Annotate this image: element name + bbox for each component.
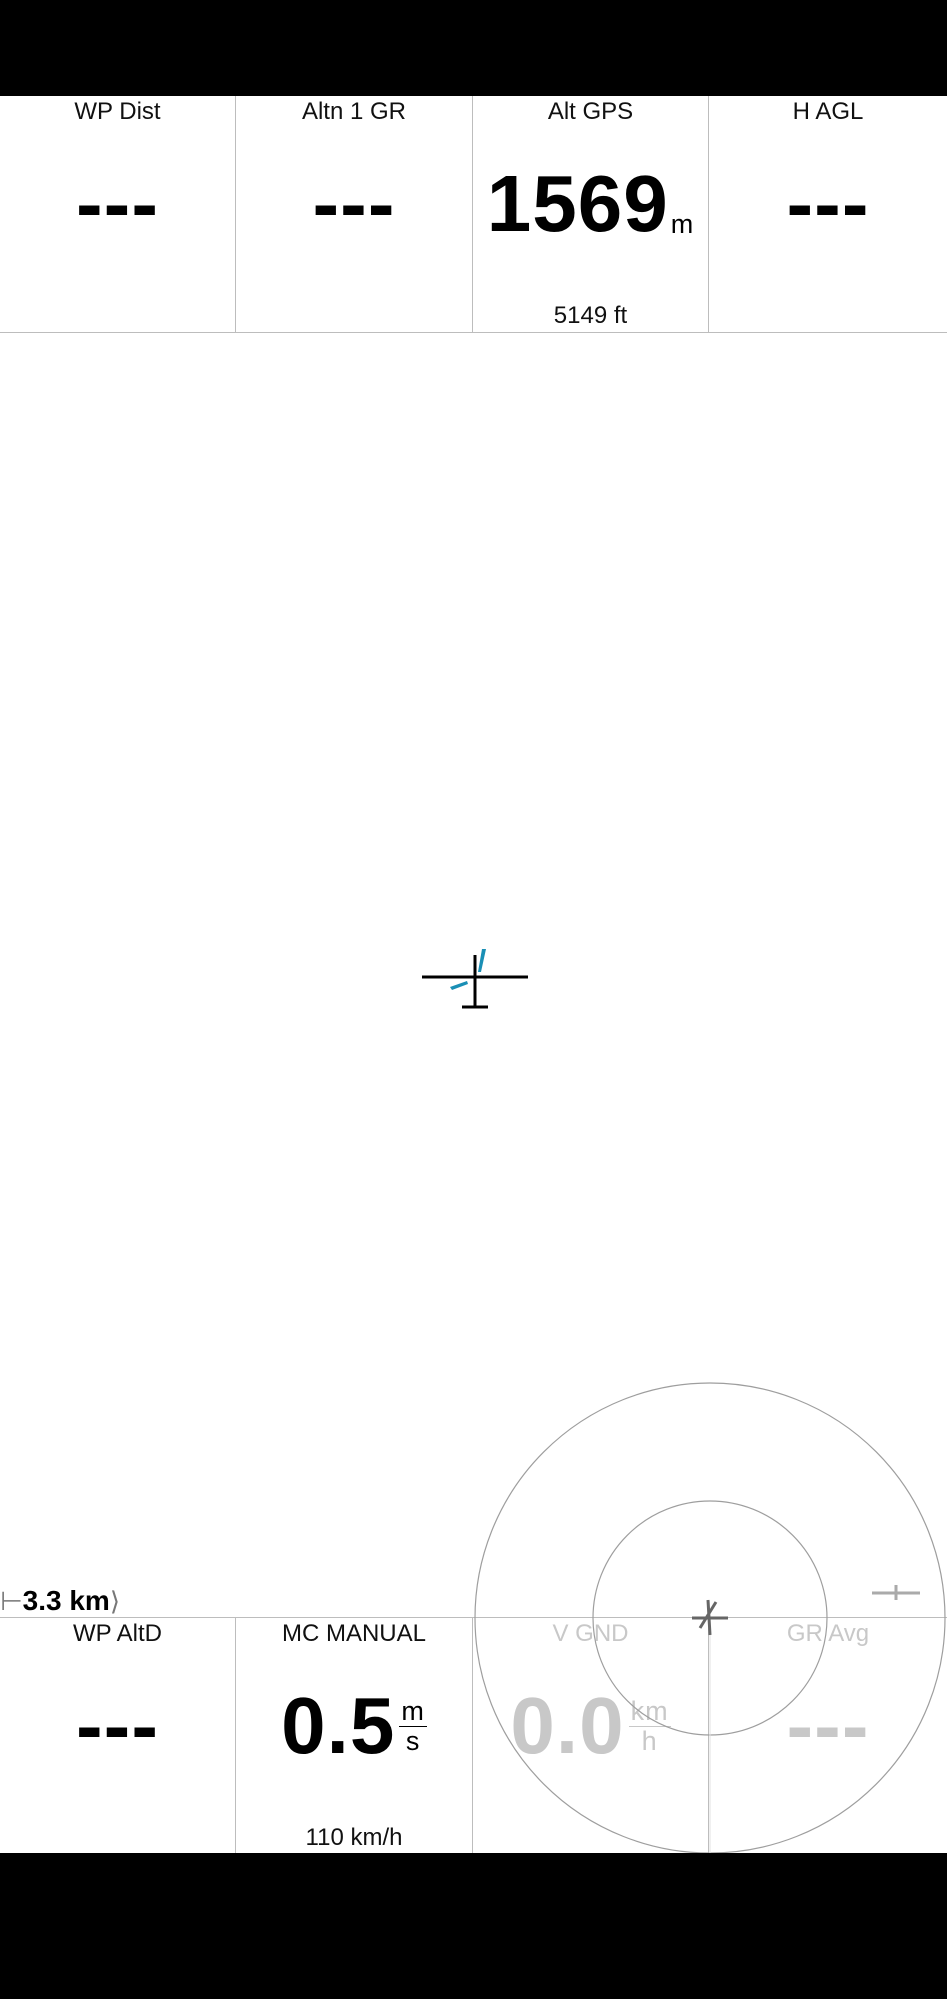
infobox-value: --- [0, 1681, 235, 1770]
infobox-value: --- [0, 159, 235, 248]
infobox-value: --- [709, 1681, 947, 1770]
infobox-value-text: 0.0 [510, 1681, 625, 1770]
flarm-traffic-icon [872, 1585, 920, 1600]
infobox-comment: 5149 ft [553, 302, 628, 329]
infobox-title: H AGL [792, 98, 864, 125]
infobox-value-text: 1569 [486, 159, 669, 248]
infobox-value: 0.5 m s [236, 1681, 472, 1770]
top-infobox-row: WP Dist --- Altn 1 GR --- Alt GPS 1569 m… [0, 96, 947, 333]
infobox-altn-1-gr[interactable]: Altn 1 GR --- [236, 96, 473, 332]
infobox-value-text: --- [312, 159, 396, 248]
infobox-value-text: --- [786, 159, 870, 248]
system-navigation-bar [0, 1853, 947, 1999]
infobox-unit: m [670, 209, 695, 239]
wind-arrow-icon [450, 949, 486, 990]
infobox-mc-manual[interactable]: MC MANUAL 0.5 m s 110 km/h [236, 1618, 473, 1854]
infobox-value-text: 0.5 [281, 1681, 396, 1770]
unit-denominator: h [641, 1725, 658, 1756]
system-status-bar [0, 0, 947, 96]
infobox-value: --- [709, 159, 947, 248]
infobox-value-text: --- [786, 1681, 870, 1770]
infobox-v-gnd[interactable]: V GND 0.0 km h [473, 1618, 709, 1854]
infobox-title: WP AltD [73, 1620, 162, 1647]
bottom-infobox-row: WP AltD --- MC MANUAL 0.5 m s 110 km/h V… [0, 1617, 947, 1854]
infobox-title: V GND [552, 1620, 629, 1647]
infobox-comment: 110 km/h [305, 1824, 403, 1851]
map-scale: ⊢ 3.3 km ⟩ [0, 1584, 120, 1618]
infobox-title: GR Avg [786, 1620, 870, 1647]
scale-right-arrow-icon: ⟩ [109, 1585, 120, 1616]
infobox-title: Altn 1 GR [301, 98, 407, 125]
infobox-unit: m s [399, 1695, 427, 1756]
infobox-h-agl[interactable]: H AGL --- [709, 96, 947, 332]
infobox-gr-avg[interactable]: GR Avg --- [709, 1618, 947, 1854]
infobox-alt-gps[interactable]: Alt GPS 1569 m 5149 ft [473, 96, 709, 332]
aircraft-glider-icon [422, 949, 528, 1009]
map-scale-label: 3.3 km [22, 1585, 110, 1616]
infobox-title: MC MANUAL [281, 1620, 426, 1647]
infobox-title: WP Dist [74, 98, 161, 125]
infobox-value: --- [236, 159, 472, 248]
infobox-title: Alt GPS [547, 98, 634, 125]
scale-left-arrow-icon: ⊢ [0, 1585, 23, 1616]
unit-numerator: m [399, 1695, 427, 1727]
infobox-value: 1569 m [473, 159, 708, 248]
infobox-value-text: --- [76, 159, 159, 248]
infobox-unit: km h [628, 1695, 671, 1756]
infobox-wp-altd[interactable]: WP AltD --- [0, 1618, 236, 1854]
unit-numerator: km [628, 1695, 671, 1727]
infobox-value-text: --- [76, 1681, 159, 1770]
unit-denominator: s [405, 1725, 421, 1756]
infobox-wp-dist[interactable]: WP Dist --- [0, 96, 236, 332]
infobox-value: 0.0 km h [473, 1681, 708, 1770]
